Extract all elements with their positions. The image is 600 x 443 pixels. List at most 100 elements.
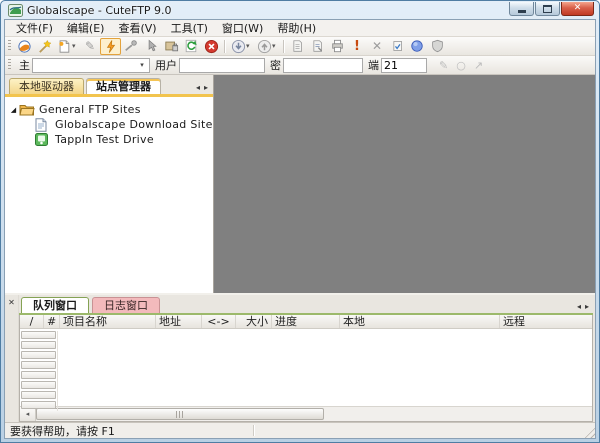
tree-item-label: TappIn Test Drive: [55, 133, 154, 146]
column-header-local[interactable]: 本地: [340, 315, 500, 328]
reconnect-button[interactable]: [121, 38, 141, 55]
alert-button[interactable]: !: [347, 38, 367, 55]
site-panel: 本地驱动器 站点管理器 ◂ ▸ ◢ General FTP Sites Glob…: [5, 75, 214, 293]
close-icon: ✕: [573, 3, 582, 13]
username-input[interactable]: [179, 57, 265, 73]
horizontal-scrollbar[interactable]: ◂: [20, 406, 592, 421]
panel-close-button[interactable]: ✕: [6, 297, 17, 308]
close-button[interactable]: ✕: [561, 2, 594, 16]
queue-row-slot: [21, 391, 56, 399]
refresh-button[interactable]: [181, 38, 201, 55]
new-document-button[interactable]: [54, 38, 74, 55]
menu-window[interactable]: 窗口(W): [215, 19, 270, 37]
column-header-direction[interactable]: <->: [202, 315, 236, 328]
menu-view[interactable]: 查看(V): [111, 19, 163, 37]
chevron-down-icon[interactable]: ▾: [135, 59, 149, 72]
download-button[interactable]: [228, 38, 248, 55]
port-label: 端: [368, 59, 379, 72]
minimize-button[interactable]: [509, 2, 534, 16]
resize-grip[interactable]: [582, 425, 595, 438]
queue-empty-row-slots: [21, 331, 58, 411]
password-label: 密: [270, 59, 281, 72]
new-dropdown-icon[interactable]: ▾: [72, 42, 80, 50]
column-header-priority[interactable]: /: [20, 315, 44, 328]
session-lock-button[interactable]: [161, 38, 181, 55]
tree-item-tappin-test-drive[interactable]: TappIn Test Drive: [34, 132, 213, 147]
folder-open-icon: [19, 103, 35, 116]
stop-icon: [204, 39, 219, 54]
tab-scroll-right-icon[interactable]: ▸: [585, 303, 589, 311]
pointer-button[interactable]: [141, 38, 161, 55]
security-shield-button[interactable]: [427, 38, 447, 55]
tab-scroll-left-icon[interactable]: ◂: [577, 303, 581, 311]
column-header-address[interactable]: 地址: [156, 315, 202, 328]
quick-edit-icon[interactable]: ✎: [439, 59, 448, 72]
log-document-button[interactable]: [307, 38, 327, 55]
download-dropdown-icon[interactable]: ▾: [246, 42, 254, 50]
password-input[interactable]: [283, 57, 363, 73]
stop-button[interactable]: [201, 38, 221, 55]
tappin-icon: [35, 133, 51, 146]
toolbar-separator: [283, 39, 284, 53]
web-globe-button[interactable]: [407, 38, 427, 55]
lightning-connect-icon: [104, 39, 118, 54]
pencil-icon: ✎: [84, 39, 96, 53]
toolbar-grip[interactable]: [8, 40, 11, 52]
column-header-progress[interactable]: 进度: [272, 315, 340, 328]
titlebar[interactable]: Globalscape - CuteFTP 9.0 ✕: [4, 1, 596, 19]
toolbar: ▾ ✎ ▾ ▾ ! ✕: [5, 37, 595, 56]
maximize-button[interactable]: [535, 2, 560, 16]
delete-button[interactable]: ✕: [367, 38, 387, 55]
menu-file[interactable]: 文件(F): [9, 19, 60, 37]
edit-disconnected-button[interactable]: ✎: [80, 38, 100, 55]
verify-document-icon: [391, 39, 404, 53]
port-input[interactable]: [381, 57, 427, 73]
site-manager-button[interactable]: [14, 38, 34, 55]
connectbar-grip[interactable]: [8, 59, 11, 71]
scrollbar-track[interactable]: [324, 407, 592, 421]
tab-log-window[interactable]: 日志窗口: [92, 297, 160, 313]
upload-dropdown-icon[interactable]: ▾: [272, 42, 280, 50]
column-header-number[interactable]: #: [44, 315, 60, 328]
tree-item-globalscape-download-site[interactable]: Globalscape Download Site: [34, 117, 213, 132]
menu-help[interactable]: 帮助(H): [270, 19, 323, 37]
menu-edit[interactable]: 编辑(E): [60, 19, 112, 37]
tab-scroll-arrows: ◂ ▸: [196, 84, 210, 94]
column-header-size[interactable]: 大小: [236, 315, 272, 328]
verify-document-button[interactable]: [387, 38, 407, 55]
application-window: Globalscape - CuteFTP 9.0 ✕ 文件(F) 编辑(E) …: [0, 0, 600, 443]
scrollbar-thumb[interactable]: [36, 408, 324, 420]
tab-scroll-right-icon[interactable]: ▸: [204, 84, 208, 92]
delete-x-icon: ✕: [371, 39, 383, 53]
print-button[interactable]: [327, 38, 347, 55]
status-text: 要获得帮助，请按 F1: [10, 424, 115, 438]
magic-wand-icon: [37, 39, 52, 54]
connect-button[interactable]: [100, 37, 121, 55]
tab-local-drives[interactable]: 本地驱动器: [9, 78, 84, 94]
pointer-icon[interactable]: ↗: [474, 59, 483, 72]
column-header-item-name[interactable]: 项目名称: [60, 315, 156, 328]
bottom-tab-scroll-arrows: ◂ ▸: [577, 303, 591, 313]
tree-item-label: Globalscape Download Site: [55, 118, 213, 131]
upload-button[interactable]: [254, 38, 274, 55]
column-header-remote[interactable]: 远程: [500, 315, 592, 328]
connection-wizard-button[interactable]: [34, 38, 54, 55]
queue-row-slot: [21, 381, 56, 389]
expander-icon[interactable]: ◢: [9, 106, 18, 114]
user-label: 用户: [155, 59, 177, 72]
bottom-panel-content: 队列窗口 日志窗口 ◂ ▸ / # 项目名称 地址 <-> 大小 进度 本地 远…: [19, 295, 595, 422]
tab-site-manager[interactable]: 站点管理器: [86, 78, 161, 94]
ring-icon[interactable]: ○: [456, 59, 466, 72]
queue-row-slot: [21, 341, 56, 349]
statusbar: 要获得帮助，请按 F1: [5, 422, 595, 438]
schedule-document-button[interactable]: [287, 38, 307, 55]
refresh-icon: [184, 39, 198, 53]
tab-queue-window[interactable]: 队列窗口: [21, 297, 89, 313]
schedule-document-icon: [291, 39, 304, 53]
menu-tools[interactable]: 工具(T): [164, 19, 215, 37]
site-document-icon: [35, 118, 51, 132]
host-combobox[interactable]: ▾: [32, 57, 150, 73]
tab-scroll-left-icon[interactable]: ◂: [196, 84, 200, 92]
tree-item-general-ftp-sites[interactable]: ◢ General FTP Sites: [5, 102, 213, 117]
exclamation-icon: !: [354, 38, 360, 54]
